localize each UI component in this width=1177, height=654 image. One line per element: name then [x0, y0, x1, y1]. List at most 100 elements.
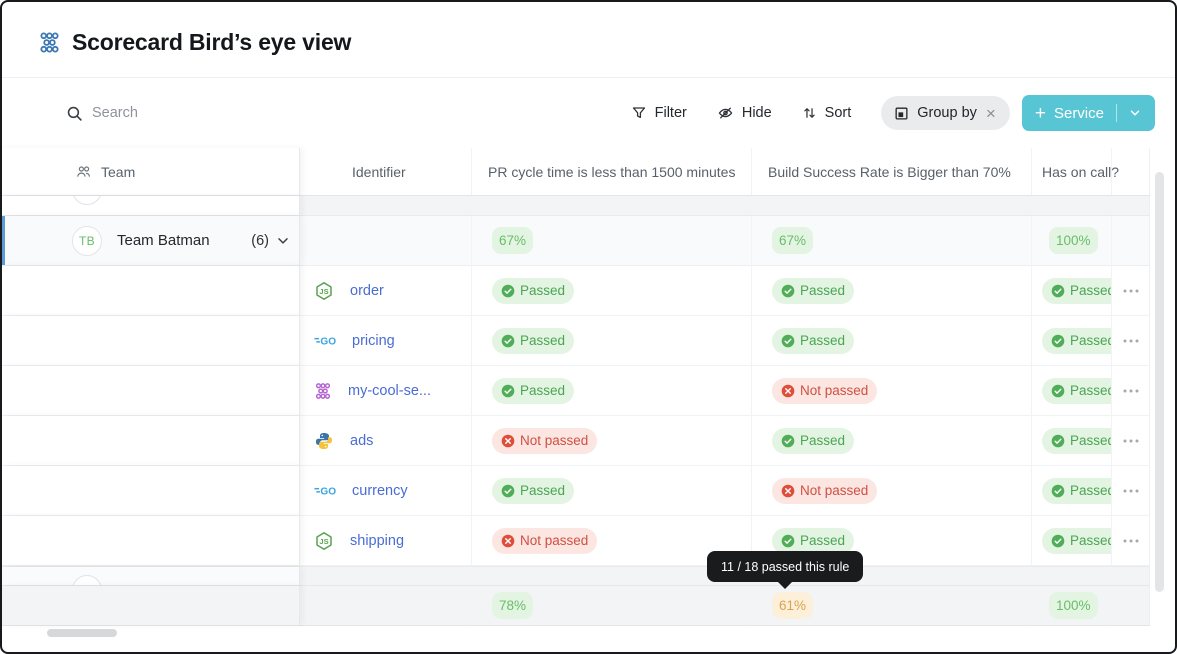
check-circle-icon	[501, 284, 515, 298]
horizontal-scrollbar[interactable]	[47, 629, 117, 637]
column-header-pr-rule[interactable]: PR cycle time is less than 1500 minutes	[472, 148, 752, 195]
partial-team-cell	[2, 196, 300, 215]
group-row-team-batman[interactable]: TB Team Batman (6) 67% 67% 100%	[2, 216, 1150, 266]
identifier-cell: shipping	[300, 516, 472, 565]
sort-label: Sort	[824, 105, 852, 121]
users-icon	[77, 165, 90, 177]
sort-button[interactable]: Sort	[802, 105, 852, 121]
status-badge: Passed	[1042, 277, 1111, 304]
partial-cell	[300, 196, 472, 215]
app-window: Scorecard Bird’s eye view Filter Hide So…	[0, 0, 1177, 654]
add-service-label: Service	[1053, 104, 1104, 122]
group-by-icon	[895, 106, 908, 119]
pr-rule-cell: Passed	[472, 466, 752, 515]
partial-group-row-above[interactable]	[2, 196, 1150, 216]
oncall-rule-cell: Passed	[1032, 416, 1112, 465]
table-row-shipping: shipping Not passed Passed Passed	[2, 516, 1150, 566]
status-badge: Passed	[1042, 327, 1111, 354]
group-by-remove-icon[interactable]: ×	[985, 105, 997, 122]
cross-circle-icon	[781, 484, 795, 498]
status-badge: Passed	[1042, 477, 1111, 504]
status-label: Passed	[1070, 533, 1112, 548]
row-menu-button[interactable]	[1123, 489, 1139, 493]
team-avatar: TB	[72, 225, 102, 256]
pct-badge: 67%	[772, 227, 814, 254]
status-label: Passed	[800, 533, 846, 548]
scorecard-table: Team Identifier PR cycle time is less th…	[2, 148, 1150, 626]
build-rule-cell: Passed	[752, 266, 1032, 315]
build-rule-cell: Passed	[752, 416, 1032, 465]
team-cell	[2, 516, 300, 565]
partial-cell	[1112, 196, 1150, 215]
column-header-team-label: Team	[101, 163, 136, 180]
add-service-button[interactable]: + Service	[1021, 95, 1155, 131]
selected-row-indicator	[2, 216, 5, 265]
check-circle-icon	[781, 284, 795, 298]
status-label: Passed	[520, 383, 566, 398]
python-icon	[314, 431, 334, 451]
oncall-rule-cell: Passed	[1032, 316, 1112, 365]
search-box[interactable]	[66, 105, 302, 122]
row-menu-button[interactable]	[1123, 539, 1139, 543]
pct-badge-hovered[interactable]: 61%	[772, 592, 814, 619]
collapse-chevron-icon[interactable]	[276, 234, 290, 248]
filter-button[interactable]: Filter	[631, 105, 687, 121]
status-badge: Not passed	[772, 377, 878, 404]
status-badge: Passed	[492, 277, 575, 304]
avatar	[72, 196, 102, 205]
rule-tooltip: 11 / 18 passed this rule	[707, 551, 864, 589]
filter-label: Filter	[654, 105, 687, 121]
column-header-identifier[interactable]: Identifier	[300, 148, 472, 195]
group-team-cell[interactable]: TB Team Batman (6)	[2, 216, 300, 265]
ellipsis-icon	[1123, 439, 1139, 443]
team-cell	[2, 466, 300, 515]
team-entity-count: (6)	[251, 232, 269, 249]
entity-link[interactable]: shipping	[350, 533, 404, 549]
row-actions-cell	[1112, 316, 1150, 365]
row-menu-button[interactable]	[1123, 439, 1139, 443]
entity-link[interactable]: ads	[350, 433, 373, 449]
row-menu-button[interactable]	[1123, 289, 1139, 293]
row-menu-button[interactable]	[1123, 389, 1139, 393]
chevron-down-icon[interactable]	[1128, 106, 1142, 120]
column-header-build-rule[interactable]: Build Success Rate is Bigger than 70%	[752, 148, 1032, 195]
group-by-label: Group by	[917, 105, 977, 121]
group-cell	[300, 216, 472, 265]
column-header-team[interactable]: Team	[2, 148, 300, 195]
go-icon	[314, 483, 336, 498]
entity-link[interactable]: pricing	[352, 333, 395, 349]
toolbar: Filter Hide Sort Group by × + Service	[2, 78, 1175, 148]
entity-link[interactable]: order	[350, 283, 384, 299]
row-actions-cell	[1112, 416, 1150, 465]
table-row-currency: currency Passed Not passed Passed	[2, 466, 1150, 516]
build-rule-cell: Not passed	[752, 366, 1032, 415]
entity-link[interactable]: currency	[352, 483, 408, 499]
status-badge: Passed	[772, 277, 855, 304]
partial-cell	[752, 196, 1032, 215]
summary-oncall-cell: 100%	[1032, 586, 1112, 625]
column-header-oncall-rule[interactable]: Has on call?	[1032, 148, 1119, 195]
partial-cell	[1032, 567, 1112, 585]
entity-link[interactable]: my-cool-se...	[348, 383, 431, 399]
sort-arrows-icon	[803, 108, 815, 118]
status-label: Passed	[520, 333, 566, 348]
team-cell	[2, 366, 300, 415]
team-cell	[2, 316, 300, 365]
status-label: Passed	[1070, 433, 1112, 448]
column-header-pr-rule-label: PR cycle time is less than 1500 minutes	[488, 163, 736, 180]
identifier-cell: currency	[300, 466, 472, 515]
eye-off-icon	[718, 107, 733, 119]
oncall-rule-cell: Passed	[1032, 266, 1112, 315]
summary-pr-cell: 78%	[472, 586, 752, 625]
summary-build-cell: 61%	[752, 586, 1032, 625]
search-input[interactable]	[92, 105, 302, 121]
pr-rule-cell: Passed	[472, 366, 752, 415]
row-menu-button[interactable]	[1123, 339, 1139, 343]
status-badge: Passed	[492, 377, 575, 404]
pct-badge: 78%	[492, 592, 534, 619]
hide-button[interactable]: Hide	[717, 105, 772, 121]
page-header: Scorecard Bird’s eye view	[2, 2, 1175, 78]
partial-group-row-below[interactable]	[2, 566, 1150, 586]
group-by-chip[interactable]: Group by ×	[881, 96, 1010, 130]
vertical-scrollbar[interactable]	[1155, 172, 1164, 592]
